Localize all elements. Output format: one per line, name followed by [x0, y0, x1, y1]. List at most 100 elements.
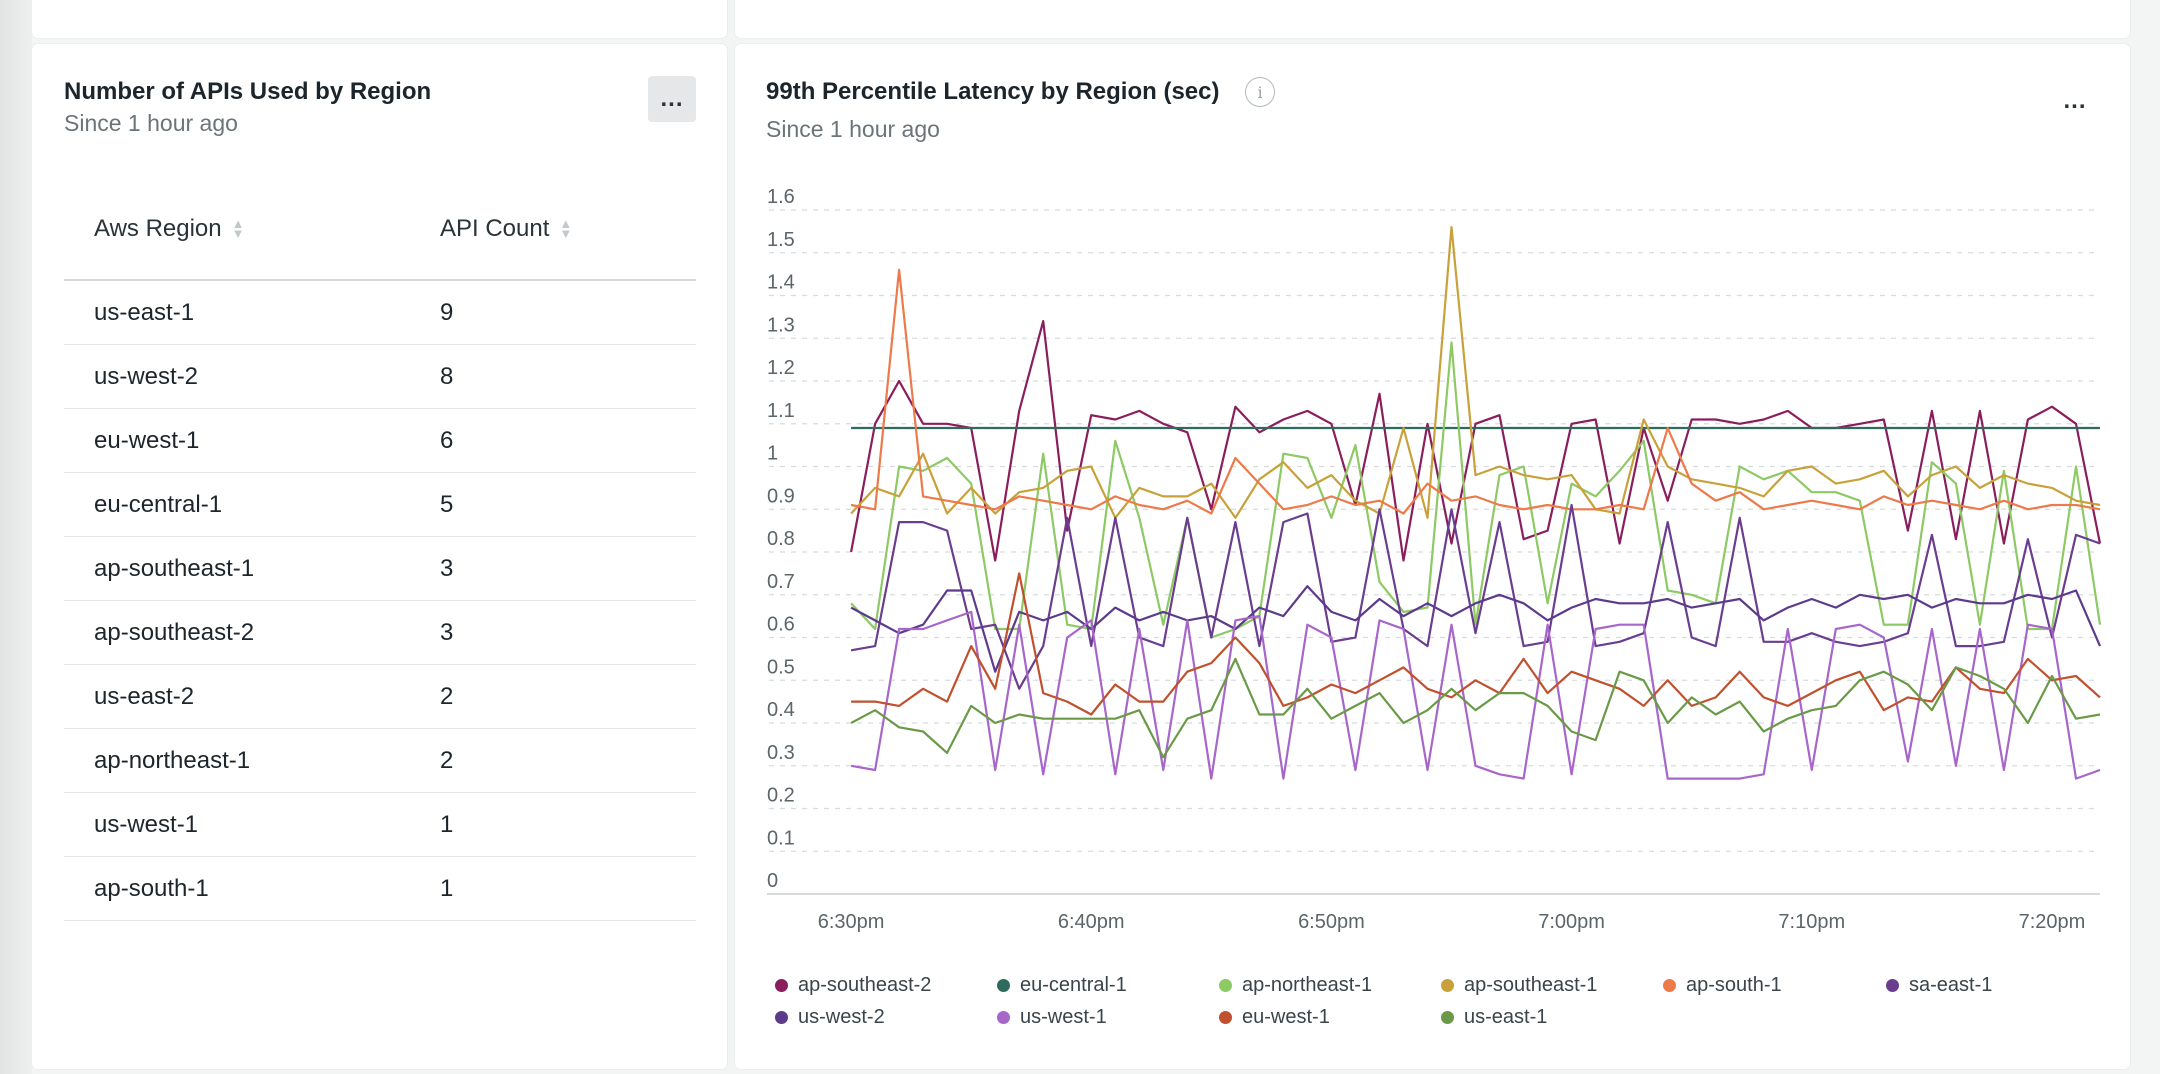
cell-region: us-east-1	[94, 299, 195, 326]
widget-title: Number of APIs Used by Region	[64, 78, 432, 105]
table-row[interactable]: ap-southeast-1 3	[64, 537, 696, 601]
legend-item[interactable]: ap-southeast-2	[775, 974, 931, 997]
legend-item[interactable]: ap-northeast-1	[1219, 974, 1372, 997]
cell-region: us-west-1	[94, 811, 199, 838]
legend-swatch	[1441, 979, 1454, 992]
table-row[interactable]: us-east-2 2	[64, 665, 696, 729]
region-table: Aws Region ▲ ▼ API Count ▲ ▼ us-east-1 9 us-…	[64, 171, 696, 921]
x-tick-label: 6:50pm	[1298, 911, 1365, 933]
legend-label: us-west-2	[798, 1006, 885, 1028]
cell-api-count: 5	[440, 491, 454, 518]
table-row[interactable]: us-east-1 9	[64, 281, 696, 345]
page-gutter	[0, 0, 32, 1074]
legend-swatch	[775, 1011, 788, 1024]
widget-subtitle: Since 1 hour ago	[64, 110, 238, 136]
y-tick-label: 1	[767, 443, 778, 465]
cell-api-count: 2	[440, 747, 454, 774]
y-tick-label: 0.6	[767, 614, 795, 636]
legend-label: eu-west-1	[1242, 1006, 1330, 1028]
y-tick-label: 0.8	[767, 528, 795, 550]
y-tick-label: 1.5	[767, 229, 795, 251]
cell-region: ap-northeast-1	[94, 747, 251, 774]
previous-card-right	[735, 0, 2130, 38]
x-tick-label: 6:40pm	[1058, 911, 1125, 933]
table-row[interactable]: ap-southeast-2 3	[64, 601, 696, 665]
legend-label: us-east-1	[1464, 1006, 1548, 1028]
sort-icon: ▲ ▼	[231, 216, 245, 241]
latency-chart-widget: 99th Percentile Latency by Region (sec) …	[735, 44, 2130, 1069]
widget-menu-button[interactable]: ...	[648, 76, 696, 122]
sort-icon: ▲ ▼	[559, 216, 573, 241]
legend-swatch	[997, 979, 1010, 992]
legend-item[interactable]: eu-west-1	[1219, 1006, 1330, 1029]
legend-label: ap-southeast-1	[1464, 974, 1598, 996]
table-row[interactable]: ap-south-1 1	[64, 857, 696, 921]
legend-label: eu-central-1	[1020, 974, 1127, 996]
cell-api-count: 2	[440, 683, 454, 710]
legend-swatch	[997, 1011, 1010, 1024]
legend-swatch	[1441, 1011, 1454, 1024]
y-tick-label: 0.1	[767, 827, 795, 849]
cell-api-count: 3	[440, 619, 454, 646]
legend-item[interactable]: us-west-1	[997, 1006, 1107, 1029]
table-row[interactable]: eu-central-1 5	[64, 473, 696, 537]
table-row[interactable]: eu-west-1 6	[64, 409, 696, 473]
cell-api-count: 1	[440, 875, 454, 902]
y-tick-label: 1.3	[767, 314, 795, 336]
legend-swatch	[1219, 979, 1232, 992]
legend-item[interactable]: eu-central-1	[997, 974, 1127, 997]
y-tick-label: 0.3	[767, 742, 795, 764]
cell-api-count: 6	[440, 427, 454, 454]
cell-api-count: 9	[440, 299, 454, 326]
cell-region: ap-southeast-1	[94, 555, 255, 582]
legend-label: us-west-1	[1020, 1006, 1107, 1028]
column-header-aws-region[interactable]: Aws Region ▲ ▼	[94, 215, 245, 243]
cell-region: ap-southeast-2	[94, 619, 255, 646]
legend-swatch	[1886, 979, 1899, 992]
column-header-api-count[interactable]: API Count ▲ ▼	[440, 215, 572, 243]
cell-api-count: 8	[440, 363, 454, 390]
y-tick-label: 0	[767, 870, 778, 892]
y-tick-label: 0.2	[767, 785, 795, 807]
cell-region: us-west-2	[94, 363, 199, 390]
column-header-label: Aws Region	[94, 215, 222, 242]
cell-region: eu-west-1	[94, 427, 200, 454]
table-header: Aws Region ▲ ▼ API Count ▲ ▼	[64, 171, 696, 281]
x-tick-label: 6:30pm	[818, 911, 885, 933]
y-tick-label: 1.2	[767, 357, 795, 379]
cell-region: eu-central-1	[94, 491, 223, 518]
y-tick-label: 0.5	[767, 656, 795, 678]
series-line	[850, 320, 2102, 562]
legend-item[interactable]: us-west-2	[775, 1006, 885, 1029]
legend-swatch	[1219, 1011, 1232, 1024]
series-line	[850, 226, 2101, 519]
legend-item[interactable]: sa-east-1	[1886, 974, 1992, 997]
cell-api-count: 1	[440, 811, 454, 838]
x-tick-label: 7:00pm	[1538, 911, 1605, 933]
table-row[interactable]: us-west-2 8	[64, 345, 696, 409]
series-line	[850, 341, 2102, 639]
legend-label: sa-east-1	[1909, 974, 1993, 996]
y-tick-label: 0.7	[767, 571, 795, 593]
table-row[interactable]: ap-northeast-1 2	[64, 729, 696, 793]
cell-region: ap-south-1	[94, 875, 209, 902]
latency-line-chart: 0 0.1 0.2 0.3 0.4 0.5 0.6 0.7 0.8 0.9 1 1.1 1.2 1.3 1.…	[767, 186, 2102, 933]
y-tick-label: 1.4	[767, 272, 795, 294]
y-tick-label: 0.9	[767, 485, 795, 507]
x-tick-label: 7:20pm	[2019, 911, 2086, 933]
legend-label: ap-southeast-2	[798, 974, 932, 996]
legend-item[interactable]: ap-south-1	[1663, 974, 1782, 997]
legend-label: ap-south-1	[1686, 974, 1782, 996]
table-row[interactable]: us-west-1 1	[64, 793, 696, 857]
y-tick-label: 1.1	[767, 400, 795, 422]
legend-swatch	[775, 979, 788, 992]
api-count-widget: Number of APIs Used by Region Since 1 ho…	[32, 44, 727, 1069]
legend-item[interactable]: us-east-1	[1441, 1006, 1547, 1029]
legend-item[interactable]: ap-southeast-1	[1441, 974, 1597, 997]
previous-card-left	[32, 0, 727, 38]
column-header-label: API Count	[440, 215, 550, 242]
legend-label: ap-northeast-1	[1242, 974, 1373, 996]
legend-swatch	[1663, 979, 1676, 992]
x-tick-label: 7:10pm	[1778, 911, 1845, 933]
y-tick-label: 0.4	[767, 699, 795, 721]
